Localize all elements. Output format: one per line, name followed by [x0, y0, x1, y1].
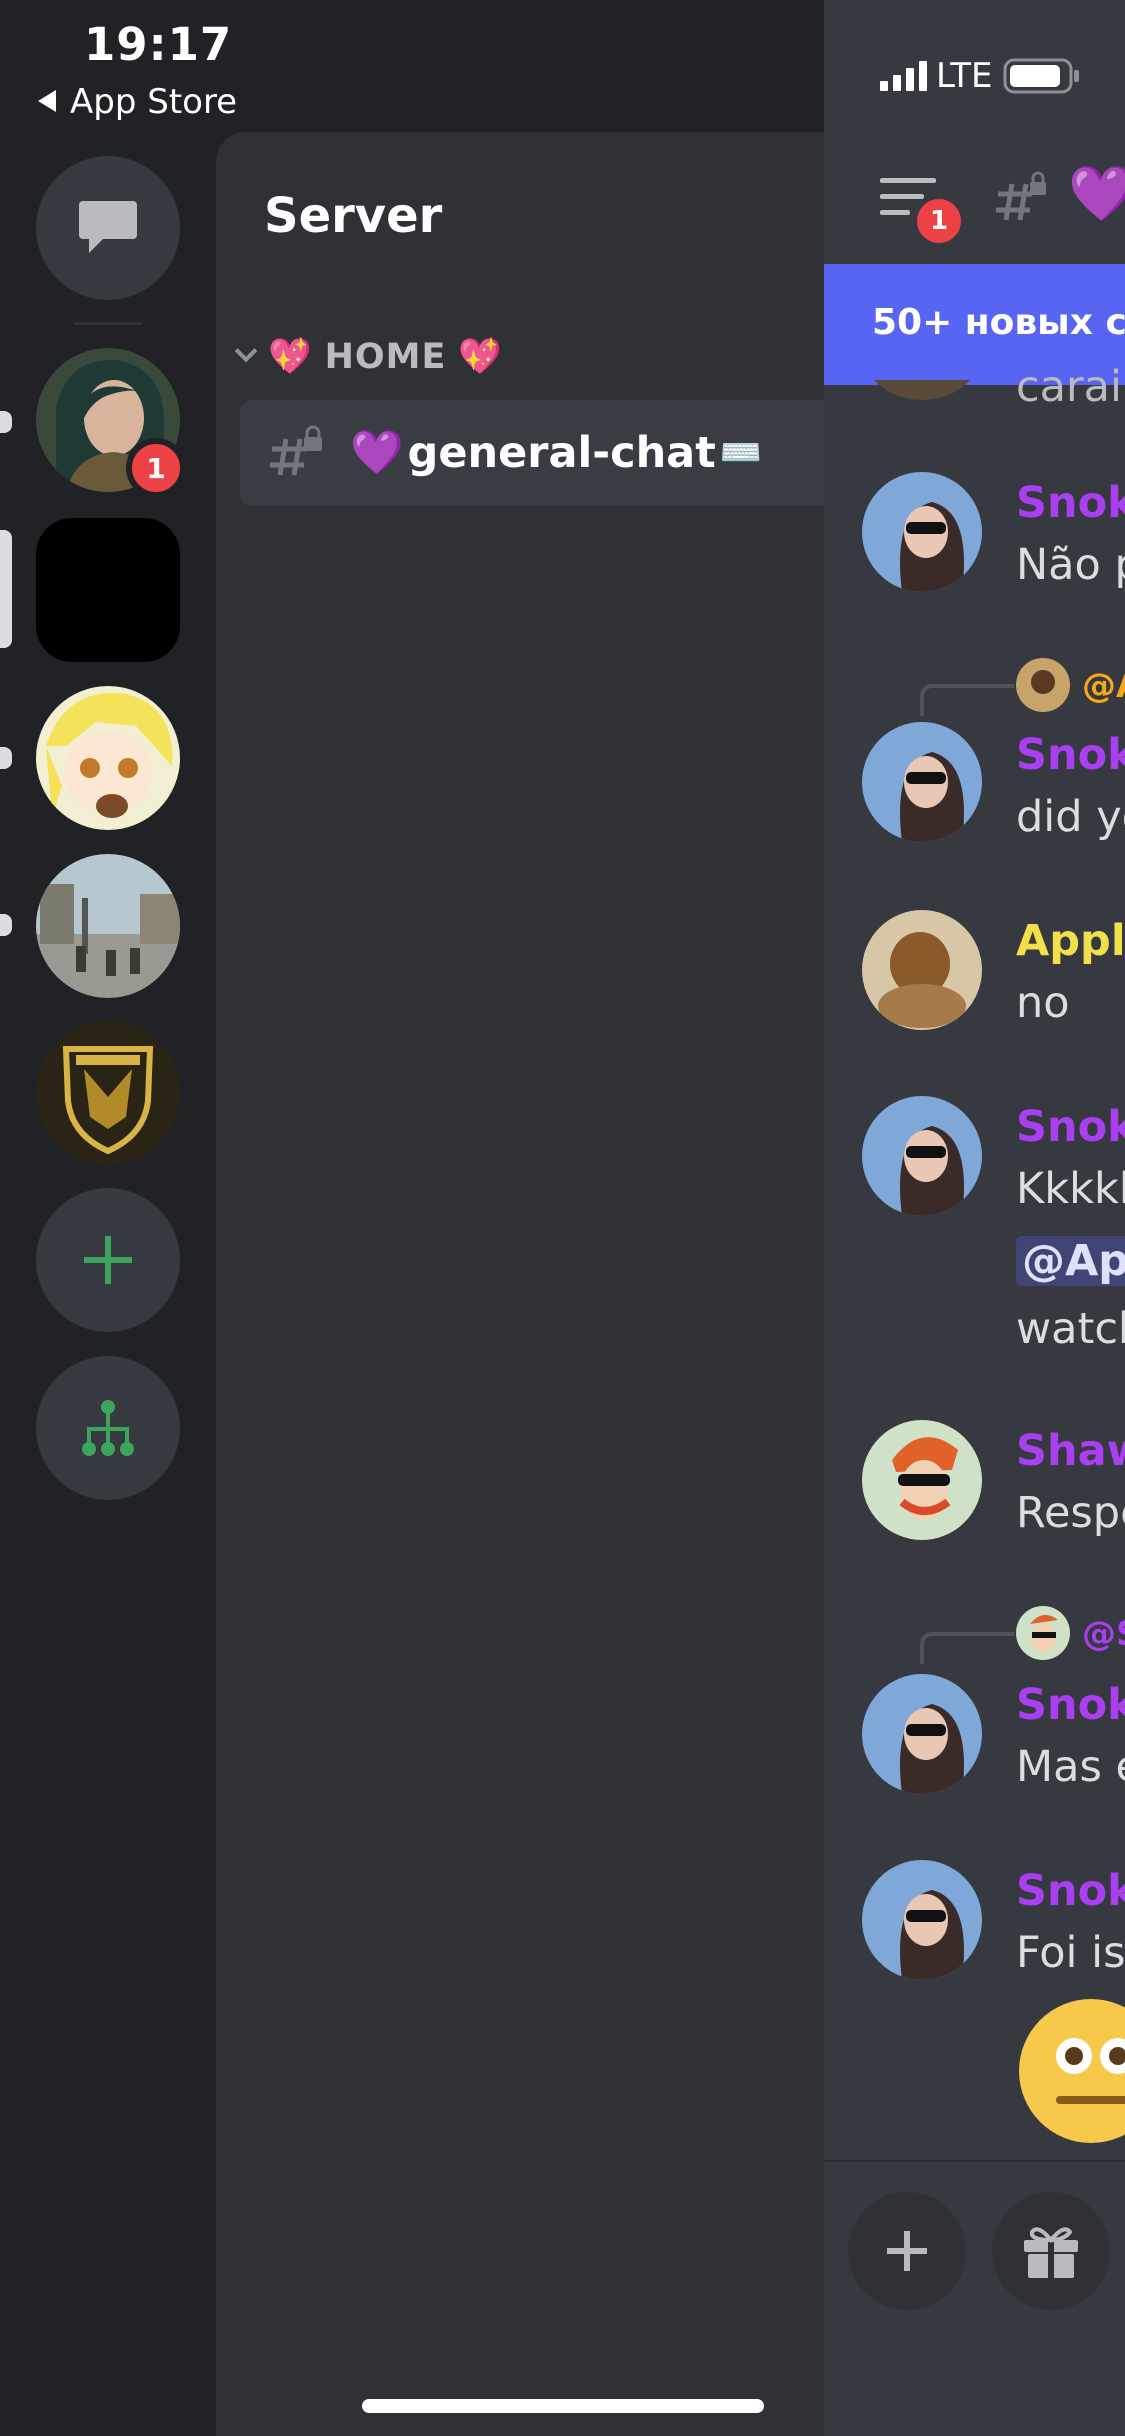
reply-author[interactable]: @S	[1082, 1614, 1125, 1654]
user-avatar[interactable]	[862, 910, 982, 1030]
category-label: HOME	[324, 336, 447, 377]
category-home[interactable]: 💖 HOME 💖	[228, 336, 503, 377]
plus-icon	[887, 2231, 927, 2271]
anime-character-icon	[36, 686, 180, 830]
explore-servers-button[interactable]	[36, 1356, 180, 1500]
server-icon-street[interactable]	[36, 854, 180, 998]
unread-indicator	[0, 411, 12, 433]
reply-author[interactable]: @A	[1082, 666, 1125, 706]
hub-tree-icon	[82, 1400, 134, 1456]
selected-server-indicator	[0, 530, 12, 648]
message-author[interactable]: Apple	[1016, 916, 1125, 966]
reply-connector	[920, 684, 1014, 716]
reply-avatar[interactable]	[1016, 658, 1070, 712]
server-icon-black[interactable]	[36, 518, 180, 662]
message-text: did yo	[1016, 792, 1125, 842]
header-notification-badge: 1	[912, 194, 966, 248]
header-emoji: 💜	[1068, 162, 1125, 225]
add-server-button[interactable]	[36, 1188, 180, 1332]
user-avatar[interactable]	[862, 1860, 982, 1980]
locked-hashtag-icon	[270, 425, 322, 476]
server-rail: 1	[0, 0, 216, 2436]
message-author[interactable]: Snoke	[1016, 1866, 1125, 1916]
message-text: Foi iss	[1016, 1928, 1125, 1978]
signal-bars-icon	[880, 61, 927, 91]
channel-suffix: ⌨️	[719, 433, 763, 473]
foxhound-emblem-icon	[36, 1021, 180, 1165]
server-icon-foxhound[interactable]	[36, 1021, 180, 1165]
user-avatar-icon	[862, 1096, 982, 1216]
battery-icon	[1003, 58, 1079, 94]
message-text: Mas e	[1016, 1742, 1125, 1792]
user-avatar-icon	[862, 1860, 982, 1980]
user-avatar[interactable]	[862, 1096, 982, 1216]
message-author[interactable]: Snoke	[1016, 478, 1125, 528]
channel-list-button[interactable]: 1	[880, 176, 966, 248]
message-author[interactable]: Snoke	[1016, 730, 1125, 780]
category-emoji-right: 💖	[458, 337, 503, 377]
message-text: no	[1016, 978, 1070, 1028]
channel-emoji: 💜	[350, 428, 404, 478]
user-avatar-icon	[862, 1674, 982, 1794]
message-author[interactable]: Shaw	[1016, 1426, 1125, 1476]
message-text: watch	[1016, 1304, 1125, 1354]
channel-general-chat[interactable]: 💜 general-chat ⌨️	[240, 400, 880, 506]
server-icon-anime[interactable]	[36, 686, 180, 830]
server-name[interactable]: Server	[264, 188, 442, 244]
message-composer	[824, 2160, 1125, 2436]
face-emoji-icon	[1019, 1999, 1125, 2143]
user-avatar-icon	[1016, 1606, 1070, 1660]
user-avatar-icon	[862, 472, 982, 592]
user-avatar[interactable]	[862, 472, 982, 592]
unread-indicator	[0, 914, 12, 936]
locked-hashtag-icon	[996, 171, 1046, 221]
message-text: Respe	[1016, 1488, 1125, 1538]
user-avatar-icon	[862, 910, 982, 1030]
new-messages-text: 50+ новых со	[872, 302, 1125, 343]
mention-badge: 1	[126, 438, 186, 498]
message-text: Não p	[1016, 540, 1125, 590]
rail-divider	[74, 322, 142, 325]
home-indicator[interactable]	[362, 2399, 764, 2413]
message-author[interactable]: Snoke	[1016, 1102, 1125, 1152]
attach-button[interactable]	[848, 2192, 966, 2310]
chat-bubble-icon	[79, 201, 137, 253]
partial-message-text: carai	[1016, 362, 1122, 412]
network-label: LTE	[936, 56, 993, 96]
street-scene-icon	[36, 854, 180, 998]
message-author[interactable]: Snoke	[1016, 1680, 1125, 1730]
message-text: Kkkkk	[1016, 1164, 1125, 1214]
user-avatar[interactable]	[862, 1420, 982, 1540]
unread-indicator	[0, 747, 12, 769]
user-avatar[interactable]	[862, 1674, 982, 1794]
emoji-sticker[interactable]	[1016, 1996, 1125, 2150]
gift-button[interactable]	[992, 2192, 1110, 2310]
chat-pane: LTE 1 💜 50+ новых со carai Snok Não @ Sn…	[824, 0, 1125, 2436]
gift-icon	[1024, 2227, 1078, 2278]
reply-connector	[920, 1632, 1014, 1664]
plus-icon	[84, 1236, 132, 1284]
chat-header: 1 💜	[824, 132, 1125, 264]
direct-messages-button[interactable]	[36, 156, 180, 300]
channel-name: general-chat	[407, 428, 716, 478]
user-avatar-icon	[862, 722, 982, 842]
user-avatar[interactable]	[862, 722, 982, 842]
user-mention[interactable]: @App	[1016, 1236, 1125, 1286]
reply-avatar[interactable]	[1016, 1606, 1070, 1660]
user-avatar-icon	[862, 1420, 982, 1540]
category-emoji-left: 💖	[268, 337, 313, 377]
chevron-down-icon	[234, 339, 258, 362]
user-avatar-icon	[1016, 658, 1070, 712]
status-icons: LTE	[880, 56, 1083, 96]
